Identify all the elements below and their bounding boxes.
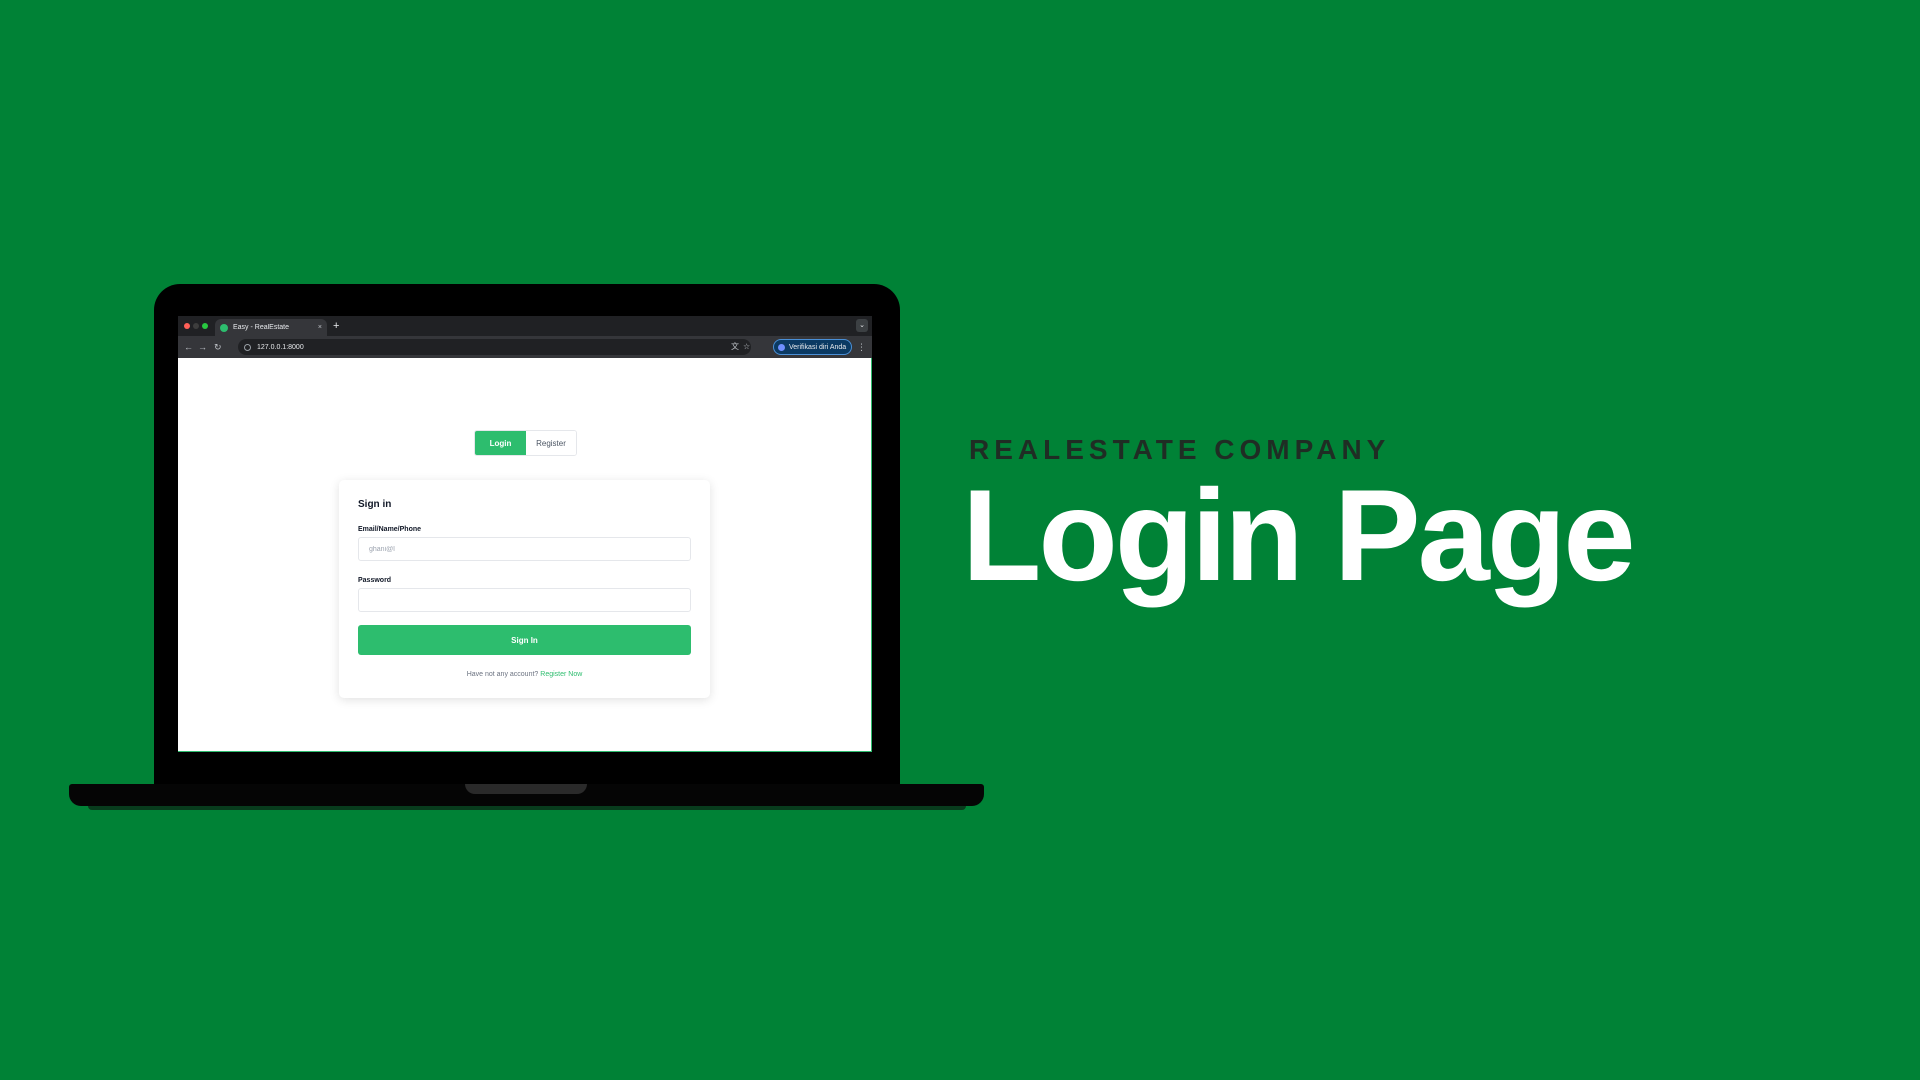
laptop-notch [465,784,587,794]
bookmark-star-icon[interactable]: ☆ [743,341,750,353]
register-now-link[interactable]: Register Now [540,671,582,678]
signin-title: Sign in [358,499,392,510]
profile-avatar-icon [778,343,785,351]
close-window-button[interactable] [184,323,190,329]
profile-button[interactable]: Verifikasi diri Anda [773,339,852,355]
browser-toolbar: ← → ↻ 127.0.0.1:8000 文 ☆ Verifikasi diri… [178,336,872,358]
signin-button[interactable]: Sign In [358,625,691,655]
new-tab-icon[interactable]: + [333,319,339,333]
auth-toggle: Login Register [474,430,577,456]
laptop-base [69,784,984,806]
laptop-lid: Easy - RealEstate × + ⌄ ← → ↻ 127.0.0.1:… [154,284,900,784]
web-page: Login Register Sign in Email/Name/Phone … [178,358,872,752]
browser-menu-icon[interactable]: ⋮ [857,340,866,354]
translate-icon[interactable]: 文 [731,341,739,353]
address-bar[interactable]: 127.0.0.1:8000 文 ☆ [238,339,751,355]
tab-search-icon[interactable]: ⌄ [856,319,868,332]
url-text: 127.0.0.1:8000 [257,343,304,351]
register-prompt-text: Have not any account? [466,671,539,678]
back-icon[interactable]: ← [184,340,193,354]
email-label: Email/Name/Phone [358,526,422,533]
email-field[interactable] [358,537,691,561]
forward-icon[interactable]: → [198,340,207,354]
maximize-window-button[interactable] [202,323,208,329]
minimize-window-button[interactable] [193,323,199,329]
tab-title: Easy - RealEstate [233,324,290,331]
password-label: Password [358,577,392,584]
laptop-screen: Easy - RealEstate × + ⌄ ← → ↻ 127.0.0.1:… [178,316,872,752]
tab-close-icon[interactable]: × [318,324,322,331]
password-field[interactable] [358,588,691,612]
browser-tab-bar: Easy - RealEstate × + ⌄ [178,316,872,336]
site-info-icon[interactable] [244,343,251,351]
hero-headline: Login Page [962,462,1636,608]
signin-card: Sign in Email/Name/Phone Password Sign I… [339,480,710,698]
favicon-icon [220,323,228,332]
laptop-base-shadow [88,806,966,810]
login-tab[interactable]: Login [475,431,526,455]
browser-tab-active[interactable]: Easy - RealEstate × [215,319,327,336]
register-prompt: Have not any account? Register Now [339,671,710,678]
reload-icon[interactable]: ↻ [214,340,222,354]
register-tab[interactable]: Register [526,431,576,455]
profile-label: Verifikasi diri Anda [789,343,847,351]
